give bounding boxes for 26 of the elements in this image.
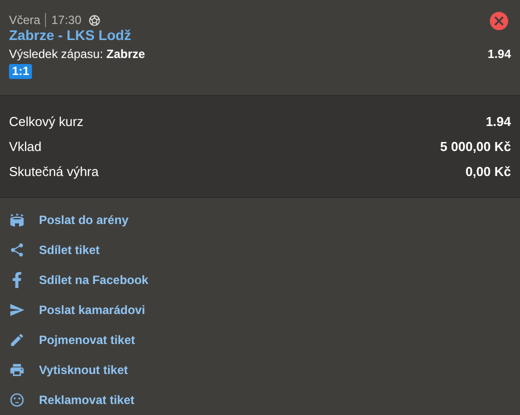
summary-label: Skutečná výhra (9, 163, 99, 181)
action-link[interactable]: Poslat do arény (39, 211, 128, 229)
close-icon[interactable] (488, 10, 510, 32)
odds-value: 1.94 (488, 46, 511, 62)
share-icon (9, 242, 25, 258)
send-icon (9, 302, 25, 318)
day-label: Včera (9, 12, 40, 28)
action-link[interactable]: Sdílet tiket (39, 241, 100, 259)
score-badge: 1:1 (9, 64, 32, 79)
market-text: Výsledek zápasu: Zabrze (9, 46, 146, 62)
stadium-icon (9, 212, 25, 228)
sad-face-icon (9, 392, 25, 408)
match-title[interactable]: Zabrze - LKS Lodž (9, 26, 511, 44)
time-label: 17:30 (51, 12, 82, 28)
action-link[interactable]: Reklamovat tiket (39, 391, 134, 409)
summary-value: 0,00 Kč (465, 163, 511, 181)
summary-value: 5 000,00 Kč (440, 138, 511, 156)
action-link[interactable]: Pojmenovat tiket (39, 331, 136, 349)
printer-icon (9, 362, 25, 378)
action-link[interactable]: Sdílet na Facebook (39, 271, 148, 289)
action-link[interactable]: Vytisknout tiket (39, 361, 128, 379)
action-link[interactable]: Poslat kamarádovi (39, 301, 146, 319)
summary-label: Vklad (9, 138, 42, 156)
summary-label: Celkový kurz (9, 113, 84, 131)
pencil-icon (9, 332, 25, 348)
summary-value: 1.94 (486, 113, 511, 131)
